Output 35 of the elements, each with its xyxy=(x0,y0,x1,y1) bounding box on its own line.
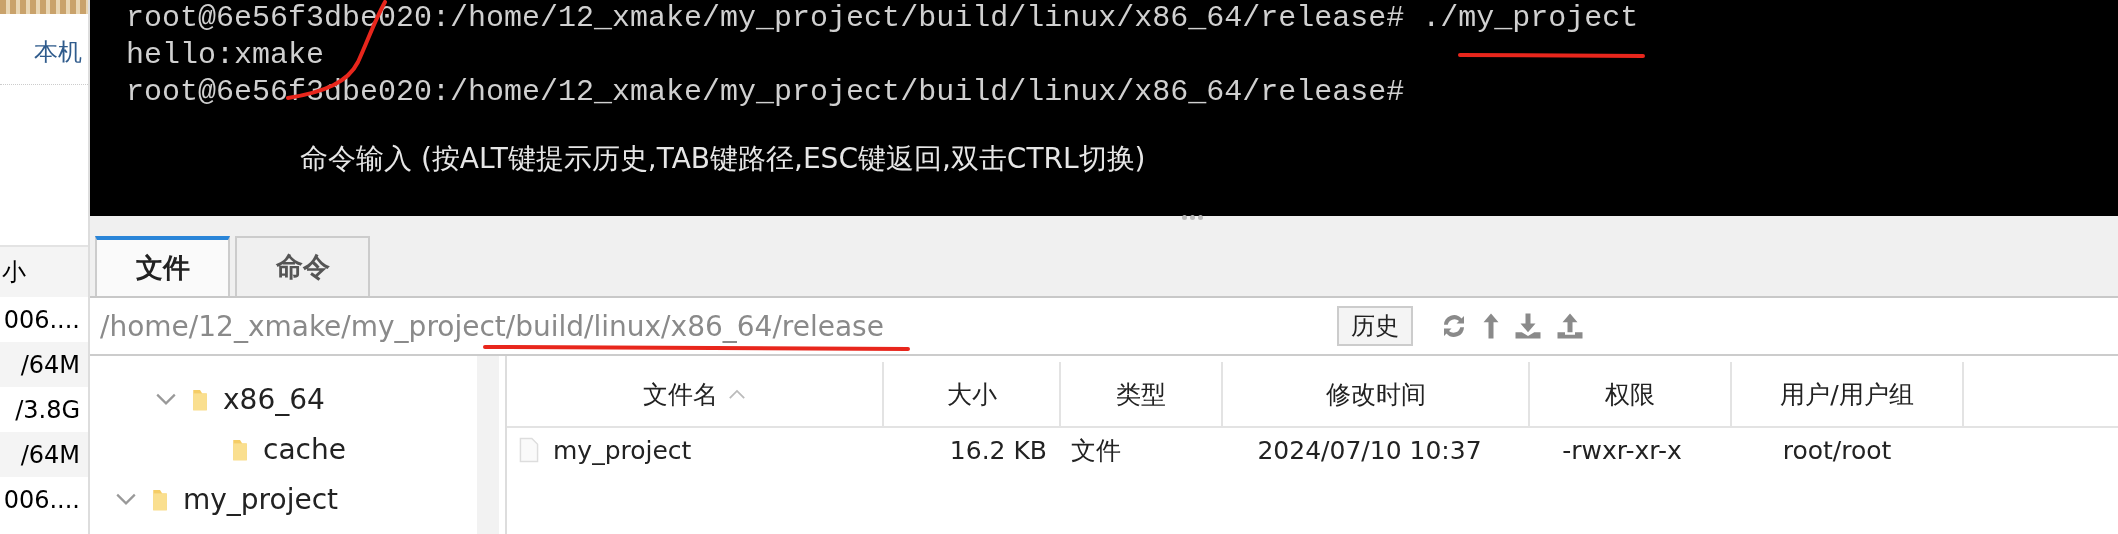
sort-up-icon xyxy=(728,388,746,400)
command-hint: 命令输入 (按ALT键提示历史,TAB键路径,ESC键返回,双击CTRL切换) xyxy=(300,141,1146,177)
scrollbar[interactable] xyxy=(477,356,499,534)
chevron-down-icon[interactable] xyxy=(155,392,177,406)
column-header[interactable]: 用户/用户组 xyxy=(1732,362,1964,426)
table-cell: /64M xyxy=(0,342,88,387)
table-cell-text: 006.... xyxy=(2,304,81,336)
file-icon xyxy=(519,437,539,463)
table-cell-text: root/root xyxy=(1781,435,1893,465)
column-header[interactable]: 文件名 xyxy=(507,362,884,426)
history-button[interactable]: 历史 xyxy=(1337,306,1413,346)
upload-icon[interactable] xyxy=(1555,311,1585,341)
table-cell-text: 2024/07/10 10:37 xyxy=(1256,435,1483,465)
file-name[interactable]: my_project xyxy=(553,435,692,465)
table-cell-text: -rwxr-xr-x xyxy=(1561,435,1683,465)
terminal-output: hello:xmake xyxy=(126,37,325,74)
column-header[interactable]: 类型 xyxy=(1061,362,1223,426)
table-cell-text: 文件 xyxy=(1070,434,1122,467)
column-header[interactable]: 修改时间 xyxy=(1223,362,1530,426)
chevron-down-icon[interactable] xyxy=(115,492,137,506)
tab[interactable]: 文件 xyxy=(95,236,230,296)
table-cell-text: 006.... xyxy=(2,484,81,516)
download-icon[interactable] xyxy=(1513,311,1543,341)
tab[interactable]: 命令 xyxy=(235,236,370,296)
table-cell-text: 16.2 KB xyxy=(948,435,1048,465)
up-arrow-icon[interactable] xyxy=(1481,311,1501,341)
location-label: 本机 xyxy=(34,37,82,68)
tree-item[interactable]: my_project xyxy=(183,482,339,516)
table-cell-text: /3.8G xyxy=(14,394,81,426)
tree-item[interactable]: cache xyxy=(263,432,346,466)
column-header: 小 xyxy=(0,247,88,297)
column-header[interactable]: 大小 xyxy=(884,362,1061,426)
table-cell: /64M xyxy=(0,432,88,477)
column-header[interactable]: 权限 xyxy=(1530,362,1732,426)
tree-item[interactable]: x86_64 xyxy=(223,382,325,416)
